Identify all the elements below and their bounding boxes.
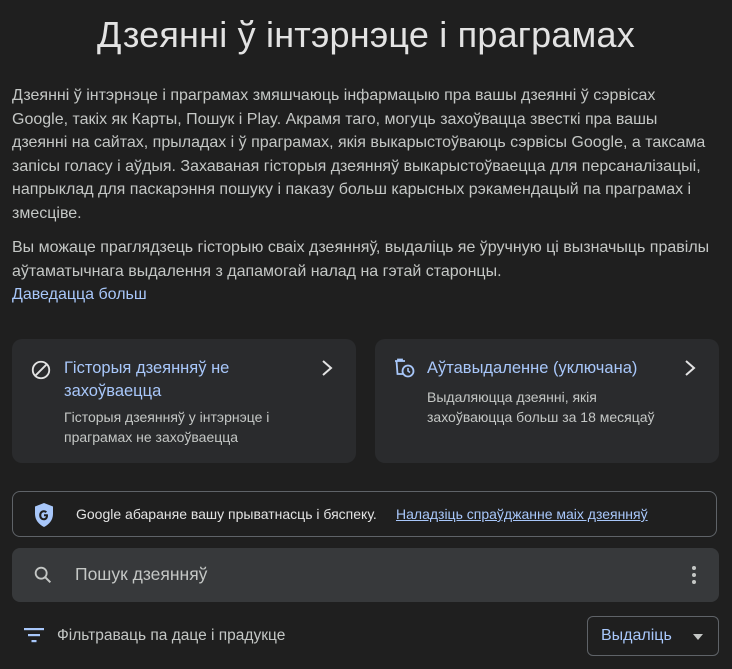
caret-down-icon bbox=[693, 634, 703, 640]
intro-paragraph-2: Вы можаце праглядзець гісторыю сваіх дзе… bbox=[12, 236, 712, 307]
delete-button[interactable]: Выдаліць bbox=[587, 616, 719, 656]
auto-delete-title: Аўтавыдаленне (уключана) bbox=[427, 359, 638, 377]
filter-icon[interactable] bbox=[24, 627, 44, 643]
history-status-card[interactable]: Гісторыя дзеянняў не захоўваецца Гісторы… bbox=[12, 339, 356, 463]
history-status-title: Гісторыя дзеянняў не захоўваецца bbox=[64, 359, 230, 400]
verify-activity-link[interactable]: Наладзіць спраўджанне маіх дзеянняў bbox=[396, 506, 648, 522]
privacy-protection-banner: Google абараняе вашу прыватнасць і бяспе… bbox=[12, 491, 717, 537]
search-input[interactable]: Пошук дзеянняў bbox=[75, 564, 207, 585]
chevron-right-icon bbox=[322, 360, 333, 376]
filter-label[interactable]: Фільтраваць па даце і прадукце bbox=[57, 627, 285, 645]
privacy-protection-text: Google абараняе вашу прыватнасць і бяспе… bbox=[76, 506, 377, 522]
more-options-icon[interactable] bbox=[691, 565, 697, 585]
search-icon bbox=[34, 566, 52, 584]
intro-paragraph: Дзеянні ў інтэрнэце і праграмах змяшчаюц… bbox=[12, 87, 706, 222]
delete-button-label: Выдаліць bbox=[601, 627, 672, 644]
activity-search-bar[interactable]: Пошук дзеянняў bbox=[12, 548, 719, 602]
auto-delete-card[interactable]: Аўтавыдаленне (уключана) Выдаляюцца дзея… bbox=[375, 339, 719, 463]
learn-more-link[interactable]: Даведацца больш bbox=[12, 283, 712, 307]
intro-paragraph-2-text: Вы можаце праглядзець гісторыю сваіх дзе… bbox=[12, 239, 710, 280]
auto-delete-icon bbox=[395, 358, 415, 378]
history-status-description: Гісторыя дзеянняў у інтэрнэце і праграма… bbox=[64, 409, 270, 445]
page-title: Дзеянні ў інтэрнэце і праграмах bbox=[97, 14, 635, 55]
chevron-right-icon bbox=[685, 360, 696, 376]
block-icon bbox=[31, 360, 51, 380]
auto-delete-description: Выдаляюцца дзеянні, якія захоўваюцца бол… bbox=[427, 389, 655, 425]
google-shield-icon bbox=[35, 503, 53, 527]
